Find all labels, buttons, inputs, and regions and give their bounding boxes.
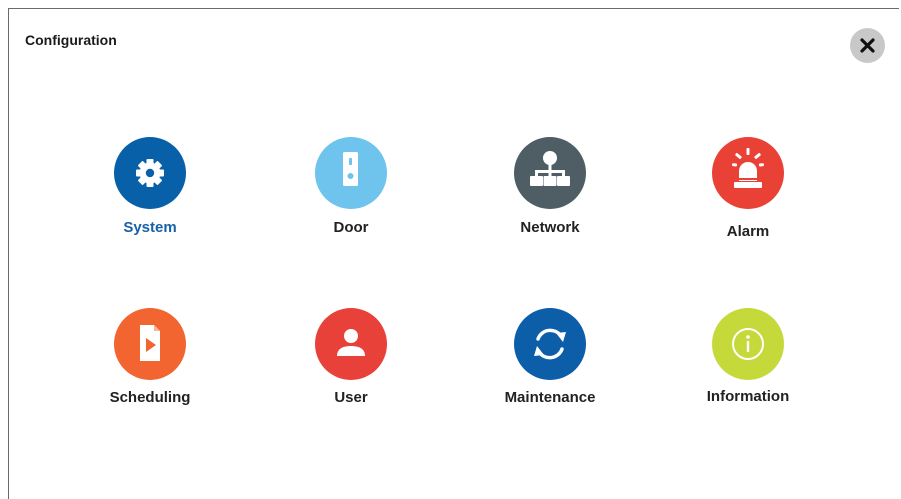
menu-item-label: System	[123, 219, 177, 236]
door-icon-circle	[315, 137, 387, 209]
menu-item-label: Maintenance	[504, 389, 596, 406]
menu-item-alarm[interactable]: Alarm	[673, 137, 823, 257]
close-icon	[860, 38, 875, 53]
user-icon	[337, 329, 365, 356]
system-icon-circle	[114, 137, 186, 209]
menu-item-label: Information	[706, 388, 790, 405]
info-icon	[732, 328, 764, 360]
menu-item-system[interactable]: System	[75, 137, 225, 257]
menu-item-label: Scheduling	[109, 389, 191, 406]
alarm-siren-icon	[732, 148, 764, 188]
menu-item-information[interactable]: Information	[673, 308, 823, 428]
refresh-icon	[534, 328, 566, 360]
scheduling-icon-circle	[114, 308, 186, 380]
menu-item-label: Network	[520, 219, 580, 236]
menu-item-network[interactable]: Network	[475, 137, 625, 257]
menu-item-door[interactable]: Door	[276, 137, 426, 257]
alarm-icon-circle	[712, 137, 784, 209]
menu-item-label: User	[334, 389, 368, 406]
menu-item-user[interactable]: User	[276, 308, 426, 428]
close-button[interactable]	[850, 28, 885, 63]
user-icon-circle	[315, 308, 387, 380]
menu-item-label: Door	[333, 219, 369, 236]
information-icon-circle	[712, 308, 784, 380]
scheduled-video-file-icon	[140, 325, 160, 361]
menu-item-scheduling[interactable]: Scheduling	[75, 308, 225, 428]
network-icon-circle	[514, 137, 586, 209]
network-icon	[530, 151, 570, 186]
gear-icon	[136, 159, 164, 187]
menu-item-label: Alarm	[726, 223, 770, 240]
door-station-icon	[343, 152, 358, 186]
page-title: Configuration	[25, 32, 117, 48]
maintenance-icon-circle	[514, 308, 586, 380]
menu-item-maintenance[interactable]: Maintenance	[475, 308, 625, 428]
